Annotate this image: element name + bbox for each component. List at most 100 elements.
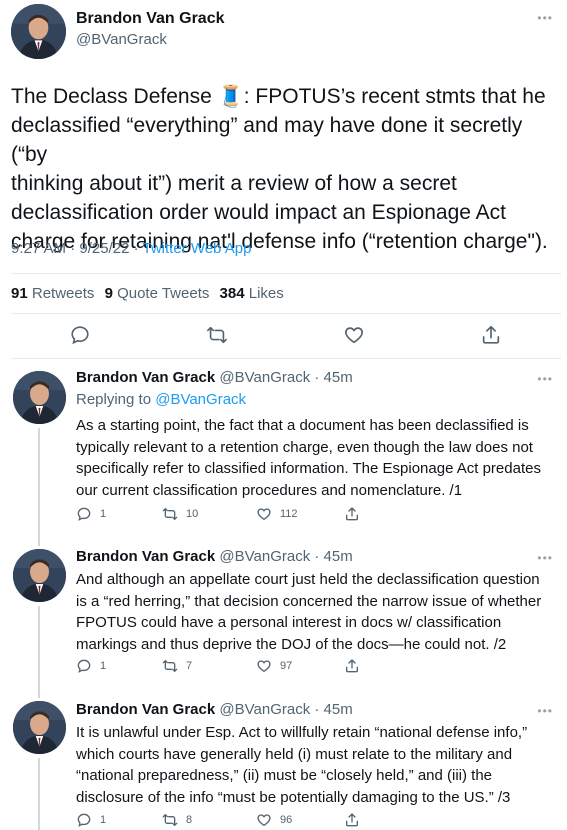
avatar-image: [11, 4, 66, 59]
retweet-icon[interactable]: [206, 324, 228, 346]
reply-icon: [77, 813, 91, 827]
more-horizontal-icon[interactable]: •••: [537, 704, 553, 718]
retweet-action[interactable]: 10: [162, 506, 198, 522]
like-action[interactable]: 97: [256, 658, 292, 674]
avatar[interactable]: [13, 371, 66, 424]
thread-line: [38, 692, 40, 698]
reply-text-line: It is unlawful under Esp. Act to willful…: [76, 724, 528, 741]
reply-icon: [77, 507, 91, 521]
reply-header: Brandon Van Grack @BVanGrack · 45m: [76, 548, 353, 565]
reply-icon: [77, 659, 91, 673]
reply-text-line: FPOTUS could have a personal interest in…: [76, 614, 502, 631]
reply-action[interactable]: 1: [76, 506, 106, 522]
reply-tweet[interactable]: Brandon Van Grack @BVanGrack · 45m ••• I…: [0, 692, 567, 830]
more-horizontal-icon[interactable]: •••: [537, 372, 553, 386]
share-action[interactable]: [344, 506, 368, 522]
retweets-stat[interactable]: 91 Retweets: [11, 285, 94, 302]
share-icon: [346, 507, 358, 521]
share-icon[interactable]: [480, 324, 502, 346]
reply-action[interactable]: 1: [76, 812, 106, 828]
timestamp-text[interactable]: 9:27 AM · 9/25/22 ·: [11, 240, 142, 257]
reply-text-line: And although an appellate court just hel…: [76, 571, 540, 588]
reply-text-line: typically relevant to a retention charge…: [76, 438, 533, 456]
author-name[interactable]: Brandon Van Grack: [76, 701, 215, 718]
reply-text-line: As a starting point, the fact that a doc…: [76, 417, 529, 434]
reply-tweet[interactable]: Brandon Van Grack @BVanGrack · 45m ••• R…: [0, 358, 567, 540]
replying-to: Replying to @BVanGrack: [76, 391, 246, 408]
reply-action[interactable]: 1: [76, 658, 106, 674]
avatar-image: [13, 549, 66, 602]
reply-text-line: which courts have generally held (i) mus…: [76, 745, 513, 763]
tweet-text: The Declass Defense 🧵: FPOTUS’s recent s…: [11, 82, 561, 256]
like-count: 97: [280, 660, 293, 672]
reply-text-line: specifically refer to classified informa…: [76, 460, 541, 477]
reply-text-line: our current classification procedures an…: [76, 481, 463, 499]
likes-label: Likes: [248, 285, 284, 302]
like-icon: [257, 660, 271, 673]
share-action[interactable]: [344, 812, 368, 828]
reply-header: Brandon Van Grack @BVanGrack · 45m: [76, 369, 353, 386]
reply-text: It is unlawful under Esp. Act to willful…: [76, 722, 554, 808]
tweet-stats: 91 Retweets 9 Quote Tweets 384 Likes: [11, 285, 290, 302]
thread-line: [38, 606, 40, 692]
share-action[interactable]: [344, 658, 368, 674]
reply-text-line: markings and thus deprive the DOJ of the…: [76, 635, 507, 653]
author-name[interactable]: Brandon Van Grack: [76, 10, 225, 28]
thread-line: [38, 428, 40, 540]
reply-actions: 1 10 112: [76, 506, 376, 524]
like-icon: [257, 508, 271, 521]
reply-count: 1: [100, 814, 107, 826]
avatar[interactable]: [13, 549, 66, 602]
divider: [11, 313, 561, 314]
like-action[interactable]: 112: [256, 506, 298, 522]
reply-actions: 1 8 96: [76, 812, 376, 830]
quotes-label: Quote Tweets: [117, 285, 210, 302]
likes-stat[interactable]: 384 Likes: [220, 285, 284, 302]
tweet-text-line: declassification order would impact an E…: [11, 201, 506, 224]
more-horizontal-icon[interactable]: •••: [537, 11, 553, 25]
retweet-count: 10: [186, 508, 199, 520]
author-name[interactable]: Brandon Van Grack: [76, 548, 215, 565]
reply-text-line: “national preparedness,” (ii) must be “c…: [76, 767, 493, 784]
retweet-count: 7: [186, 660, 193, 672]
retweet-icon: [162, 508, 178, 520]
tweet-text-line: The Declass Defense 🧵: FPOTUS’s recent s…: [11, 85, 546, 108]
quotes-count: 9: [104, 285, 113, 302]
likes-count: 384: [219, 285, 245, 302]
author-name[interactable]: Brandon Van Grack: [76, 369, 215, 386]
like-count: 112: [280, 508, 298, 520]
source-app-link[interactable]: Twitter Web App: [142, 240, 251, 257]
like-action[interactable]: 96: [256, 812, 292, 828]
avatar-image: [13, 701, 66, 754]
reply-count: 1: [100, 508, 107, 520]
retweet-icon: [162, 814, 178, 826]
like-icon[interactable]: [343, 324, 365, 346]
reply-text-line: is a “red herring,” that decision concer…: [76, 592, 542, 610]
reply-icon[interactable]: [69, 324, 91, 346]
replying-to-link[interactable]: @BVanGrack: [155, 391, 246, 408]
share-icon: [346, 659, 358, 673]
like-count: 96: [280, 814, 293, 826]
author-handle[interactable]: @BVanGrack: [76, 31, 167, 48]
retweet-count: 8: [186, 814, 193, 826]
avatar[interactable]: [13, 701, 66, 754]
reply-text: And although an appellate court just hel…: [76, 569, 554, 655]
author-handle-time[interactable]: @BVanGrack · 45m: [219, 548, 352, 565]
retweet-action[interactable]: 7: [162, 658, 192, 674]
reply-count: 1: [100, 660, 107, 672]
like-icon: [257, 814, 271, 827]
more-horizontal-icon[interactable]: •••: [537, 551, 553, 565]
divider: [11, 273, 561, 274]
reply-header: Brandon Van Grack @BVanGrack · 45m: [76, 701, 353, 718]
retweets-label: Retweets: [31, 285, 95, 302]
reply-tweet[interactable]: Brandon Van Grack @BVanGrack · 45m ••• A…: [0, 540, 567, 692]
retweet-icon: [162, 660, 178, 672]
retweet-action[interactable]: 8: [162, 812, 192, 828]
avatar[interactable]: [11, 4, 66, 59]
reply-actions: 1 7 97: [76, 658, 376, 676]
author-handle-time[interactable]: @BVanGrack · 45m: [219, 369, 352, 386]
thread-line: [38, 758, 40, 830]
tweet-text-line: thinking about it”) merit a review of ho…: [11, 172, 457, 195]
author-handle-time[interactable]: @BVanGrack · 45m: [219, 701, 352, 718]
quotes-stat[interactable]: 9 Quote Tweets: [105, 285, 210, 302]
